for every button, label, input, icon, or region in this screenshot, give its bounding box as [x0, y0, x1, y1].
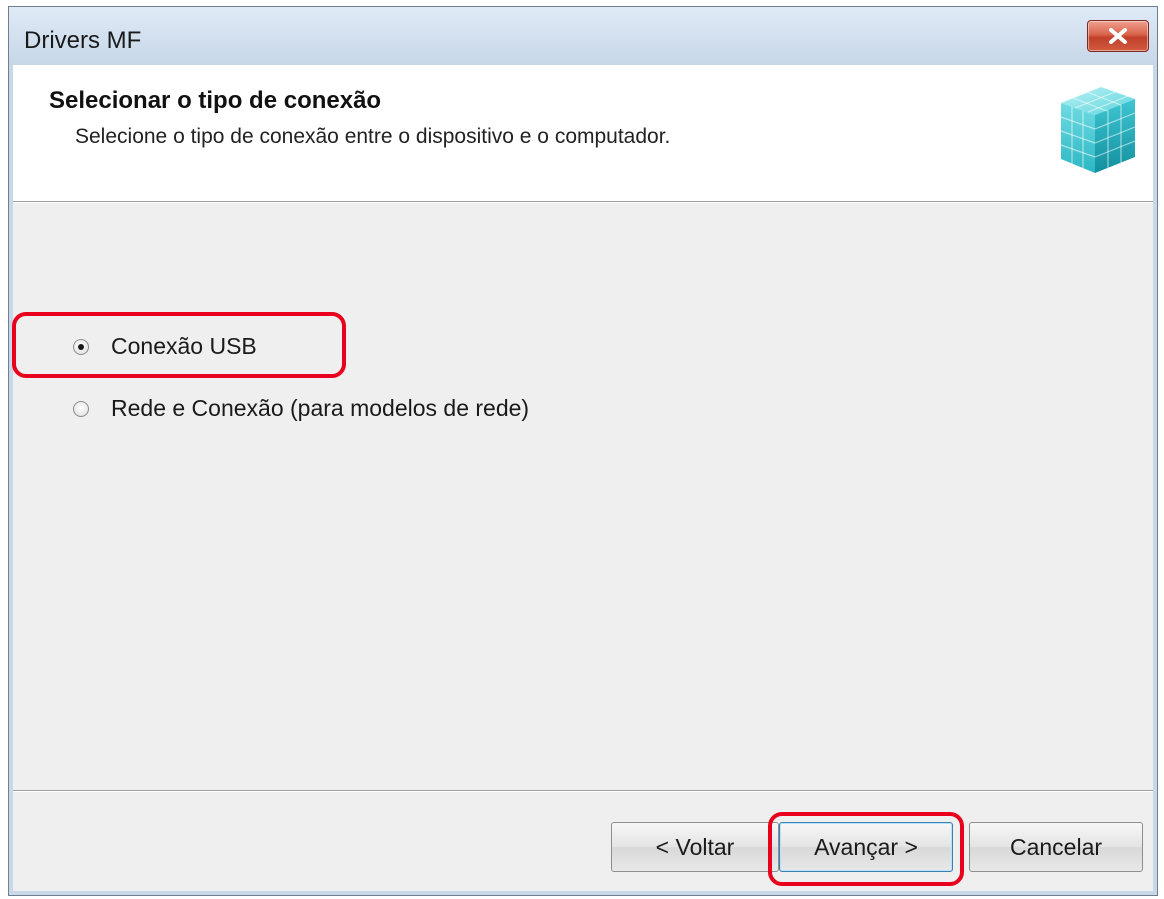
wizard-header: Selecionar o tipo de conexão Selecione o… — [13, 65, 1153, 201]
radio-button-checked[interactable] — [73, 338, 89, 355]
page-subtitle: Selecione o tipo de conexão entre o disp… — [75, 125, 671, 148]
back-button[interactable]: < Voltar — [611, 822, 779, 872]
radio-network-connection[interactable]: Rede e Conexão (para modelos de rede) — [73, 395, 529, 422]
close-button[interactable] — [1087, 20, 1149, 52]
header-divider — [13, 201, 1153, 203]
radio-usb-connection[interactable]: Conexão USB — [73, 333, 257, 360]
footer-divider — [13, 790, 1153, 792]
radio-label-network: Rede e Conexão (para modelos de rede) — [111, 395, 530, 421]
next-button[interactable]: Avançar > — [779, 822, 953, 872]
cancel-button[interactable]: Cancelar — [969, 822, 1143, 872]
cube-logo-icon — [1060, 87, 1136, 173]
radio-label-usb: Conexão USB — [111, 333, 257, 359]
radio-button-unchecked[interactable] — [73, 400, 89, 417]
page-title: Selecionar o tipo de conexão — [49, 87, 382, 114]
installer-window: Drivers MF Selecionar o tipo de conexão … — [8, 6, 1158, 896]
window-title: Drivers MF — [24, 27, 142, 54]
title-bar[interactable]: Drivers MF — [9, 7, 1157, 65]
close-icon — [1109, 28, 1127, 44]
dialog-client-area: Selecionar o tipo de conexão Selecione o… — [13, 65, 1153, 891]
